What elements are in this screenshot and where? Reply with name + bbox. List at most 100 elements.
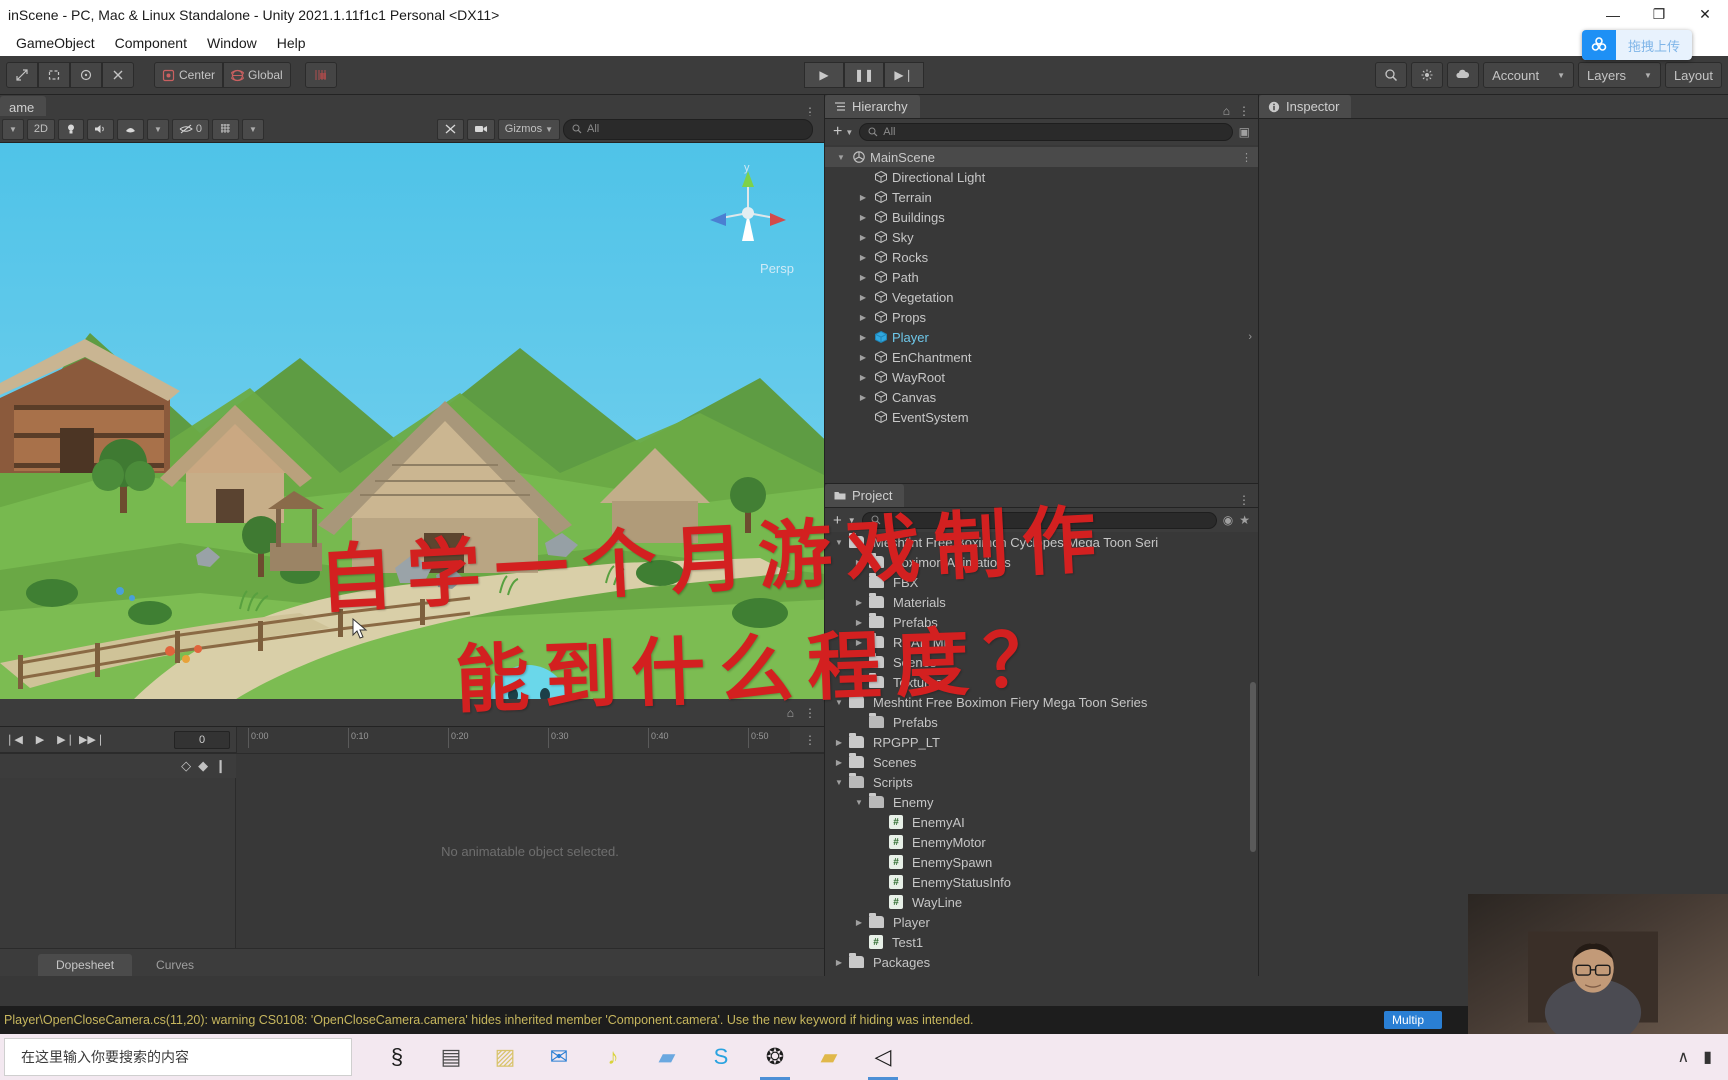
grid-icon[interactable] [212,119,239,140]
effects-dropdown[interactable]: ▼ [147,119,169,140]
chevron-right-icon[interactable]: ▶ [857,273,869,282]
step-button[interactable]: ▶❘ [884,62,924,88]
project-item-player[interactable]: ▶Player [825,912,1258,932]
scene-viewport[interactable]: y Persp [0,143,824,699]
project-item-enemy[interactable]: ▼Enemy [825,792,1258,812]
project-filter-icon[interactable]: ◉ [1223,513,1233,527]
scene-visibility-toggle[interactable]: 0 [172,119,209,140]
scene-camera-icon[interactable] [467,119,495,140]
chevron-right-icon[interactable]: › [1248,331,1252,343]
effects-icon[interactable] [117,119,144,140]
project-item-meshtint-free-boximon-cyclopes-mega-toon-seri[interactable]: ▼Meshtint Free Boximon Cyclopes Mega Too… [825,532,1258,552]
hierarchy-item-canvas[interactable]: ▶Canvas [825,387,1258,407]
kebab-icon[interactable]: ⋮ [1238,104,1250,118]
chevron-right-icon[interactable]: ▶ [857,393,869,402]
hierarchy-filter-icon[interactable]: ▣ [1239,125,1250,139]
chevron-right-icon[interactable]: ▶ [857,233,869,242]
tab-project[interactable]: Project [825,484,904,507]
taskbar-icon-skype[interactable]: S [704,1040,738,1074]
taskbar-icon-app2[interactable]: ❂ [758,1040,792,1074]
project-item-scenes[interactable]: ▶Scenes [825,752,1258,772]
kebab-icon[interactable]: ⋮ [1241,151,1252,164]
tab-curves[interactable]: Curves [138,954,212,976]
project-star-icon[interactable]: ★ [1239,513,1250,527]
project-item-read-me[interactable]: ▶READ ME [825,632,1258,652]
add-event-button[interactable]: ◆ [198,758,208,774]
taskbar-search-input[interactable]: 在这里输入你要搜索的内容 [4,1038,352,1076]
snap-toggle-button[interactable] [305,62,337,88]
project-item-enemymotor[interactable]: #EnemyMotor [825,832,1258,852]
hierarchy-item-rocks[interactable]: ▶Rocks [825,247,1258,267]
chevron-down-icon[interactable]: ▼ [853,798,865,807]
kebab-icon[interactable]: ⋮ [804,706,824,720]
hierarchy-item-sky[interactable]: ▶Sky [825,227,1258,247]
project-item-prefabs[interactable]: ▶Prefabs [825,612,1258,632]
chevron-right-icon[interactable]: ▶ [833,958,845,967]
tray-chevron-icon[interactable]: ∧ [1677,1047,1689,1067]
project-item-textures[interactable]: Textures [825,672,1258,692]
taskbar-icon-mail[interactable]: ✉ [542,1040,576,1074]
minimize-button[interactable]: — [1590,0,1636,29]
kebab-icon[interactable]: ⋮ [1238,493,1250,507]
chevron-down-icon[interactable]: ▼ [833,778,845,787]
project-item-meshtint-free-boximon-fiery-mega-toon-series[interactable]: ▼Meshtint Free Boximon Fiery Mega Toon S… [825,692,1258,712]
project-item-prefabs[interactable]: Prefabs [825,712,1258,732]
audio-icon[interactable] [87,119,114,140]
animation-frame-field[interactable]: 0 [174,731,230,749]
chevron-right-icon[interactable]: ▶ [853,638,865,647]
chevron-right-icon[interactable]: ▶ [857,253,869,262]
scene-orientation-gizmo[interactable]: y [702,163,794,255]
taskbar-icon-unity[interactable]: ◁ [866,1040,900,1074]
grid-dropdown[interactable]: ▼ [242,119,264,140]
scene-tools-icon[interactable] [437,119,464,140]
chevron-right-icon[interactable]: ▶ [857,333,869,342]
taskbar-icon-store[interactable]: ▤ [434,1040,468,1074]
hierarchy-search-input[interactable]: All [859,123,1232,141]
shading-mode-dropdown[interactable]: ▼ [2,119,24,140]
scene-projection-label[interactable]: Persp [760,261,794,276]
taskbar-icon-remote[interactable]: ▰ [650,1040,684,1074]
add-keyframe-button[interactable]: ◇ [181,758,191,774]
hierarchy-item-eventsystem[interactable]: EventSystem [825,407,1258,427]
hierarchy-item-player[interactable]: ▶Player› [825,327,1258,347]
account-dropdown[interactable]: Account ▼ [1483,62,1574,88]
hierarchy-item-buildings[interactable]: ▶Buildings [825,207,1258,227]
toggle-2d-button[interactable]: 2D [27,119,55,140]
tray-battery-icon[interactable]: ▮ [1703,1047,1712,1067]
hierarchy-item-path[interactable]: ▶Path [825,267,1258,287]
project-item-scenes[interactable]: Scenes [825,652,1258,672]
animation-play-button[interactable]: ▶ [30,730,50,750]
upload-badge[interactable]: 拖拽上传 [1582,30,1692,60]
hierarchy-item-wayroot[interactable]: ▶WayRoot [825,367,1258,387]
chevron-right-icon[interactable]: ▶ [857,293,869,302]
hierarchy-item-directional-light[interactable]: Directional Light [825,167,1258,187]
menu-item-help[interactable]: Help [267,33,316,53]
hierarchy-item-enchantment[interactable]: ▶EnChantment [825,347,1258,367]
hierarchy-item-vegetation[interactable]: ▶Vegetation [825,287,1258,307]
project-item-scripts[interactable]: ▼Scripts [825,772,1258,792]
menu-item-gameobject[interactable]: GameObject [6,33,105,53]
gizmos-dropdown[interactable]: Gizmos ▼ [498,119,560,140]
project-item-enemyai[interactable]: #EnemyAI [825,812,1258,832]
chevron-right-icon[interactable]: ▶ [833,758,845,767]
chevron-down-icon[interactable]: ▼ [835,153,847,162]
layers-dropdown[interactable]: Layers ▼ [1578,62,1661,88]
project-item-rpgpp-lt[interactable]: ▶RPGPP_LT [825,732,1258,752]
kebab-icon[interactable]: ⋮ [796,733,824,747]
chevron-right-icon[interactable]: ▶ [853,618,865,627]
space-mode-button[interactable]: Global [223,62,291,88]
project-item-boximon-animations[interactable]: ▶Boximon Animations [825,552,1258,572]
chevron-right-icon[interactable]: ▶ [857,313,869,322]
chevron-right-icon[interactable]: ▶ [857,193,869,202]
hierarchy-item-terrain[interactable]: ▶Terrain [825,187,1258,207]
project-item-fbx[interactable]: FBX [825,572,1258,592]
chevron-down-icon[interactable]: ▼ [833,538,845,547]
taskbar-icon-folder[interactable]: ▰ [812,1040,846,1074]
pivot-mode-button[interactable]: Center [154,62,223,88]
taskbar-icon-photos[interactable]: ▨ [488,1040,522,1074]
lock-icon[interactable]: ⌂ [787,706,804,720]
project-search-input[interactable] [862,512,1217,529]
transform-tool-icon[interactable] [70,62,102,88]
scene-search-input[interactable]: All [563,119,813,140]
animation-timeline-ruler[interactable]: 0:00 0:10 0:20 0:30 0:40 0:50 [236,727,790,753]
